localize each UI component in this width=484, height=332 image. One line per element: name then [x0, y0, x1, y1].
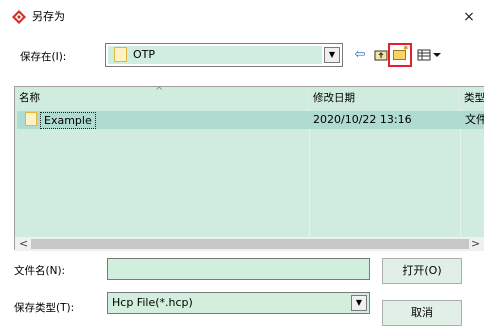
- open-button[interactable]: 打开(O): [382, 258, 462, 284]
- sort-caret-icon: ^: [155, 86, 164, 97]
- folder-icon: [114, 47, 127, 62]
- file-modified-date: 2020/10/22 13:16: [313, 113, 412, 126]
- save-in-dropdown[interactable]: OTP ▼: [105, 43, 343, 67]
- column-header-date[interactable]: 修改日期: [309, 87, 459, 109]
- column-header-name-label: 名称: [19, 92, 40, 104]
- file-type-label: 保存类型(T):: [14, 302, 75, 314]
- cancel-button[interactable]: 取消: [382, 300, 462, 326]
- file-type-value: Hcp File(*.hcp): [112, 296, 193, 309]
- column-header-name[interactable]: 名称 ^: [15, 86, 308, 109]
- column-header-type[interactable]: 类型: [460, 87, 484, 109]
- view-menu-icon: [417, 49, 441, 61]
- up-folder-icon: [374, 50, 388, 61]
- file-name-label: 文件名(N):: [14, 265, 66, 277]
- file-type: 文件夹: [465, 113, 484, 126]
- list-item[interactable]: Example 2020/10/22 13:16 文件夹: [17, 111, 484, 129]
- close-button[interactable]: ×: [458, 6, 480, 28]
- file-type-dropdown[interactable]: Hcp File(*.hcp) ▼: [107, 292, 370, 314]
- horizontal-scrollbar[interactable]: < >: [15, 237, 484, 251]
- view-menu-button[interactable]: [416, 43, 444, 67]
- new-folder-button[interactable]: ✶: [388, 43, 412, 67]
- title-bar: 另存为 ×: [0, 0, 484, 34]
- back-arrow-icon: ⇦: [354, 47, 366, 62]
- sparkle-icon: ✶: [402, 44, 410, 54]
- app-logo-icon: [12, 10, 26, 24]
- chevron-down-icon[interactable]: ▼: [351, 295, 367, 311]
- save-in-label: 保存在(I):: [20, 51, 67, 63]
- scroll-right-icon[interactable]: >: [471, 237, 480, 251]
- file-list[interactable]: 名称 ^ 修改日期 类型 Example 2020/10/22 13:16 文件…: [14, 86, 484, 251]
- chevron-down-icon[interactable]: ▼: [324, 47, 340, 63]
- file-name-input[interactable]: [107, 258, 370, 280]
- folder-icon: [25, 112, 37, 126]
- save-in-value: OTP: [133, 48, 156, 61]
- save-in-current: OTP: [108, 46, 322, 64]
- window-title: 另存为: [32, 10, 65, 23]
- scroll-left-icon[interactable]: <: [19, 237, 28, 251]
- file-name: Example: [40, 112, 96, 129]
- back-button[interactable]: ⇦: [350, 43, 370, 67]
- scrollbar-thumb[interactable]: [31, 239, 469, 249]
